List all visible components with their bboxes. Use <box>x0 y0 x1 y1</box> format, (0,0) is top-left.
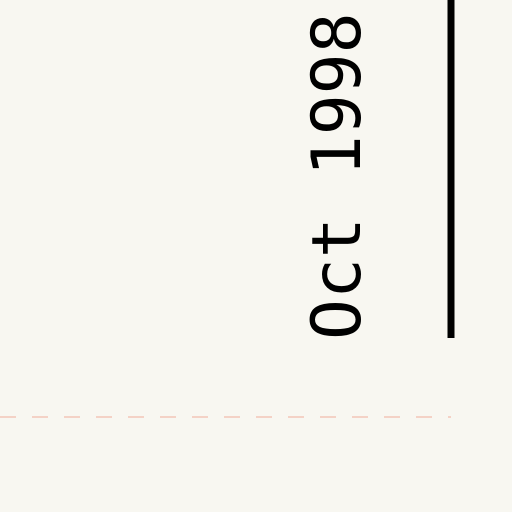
chart-canvas: Oct 1998 <box>0 0 512 512</box>
chart-svg: Oct 1998 <box>0 0 512 512</box>
x-tick-label: Oct 1998 <box>298 12 377 340</box>
chart-background <box>0 0 512 512</box>
